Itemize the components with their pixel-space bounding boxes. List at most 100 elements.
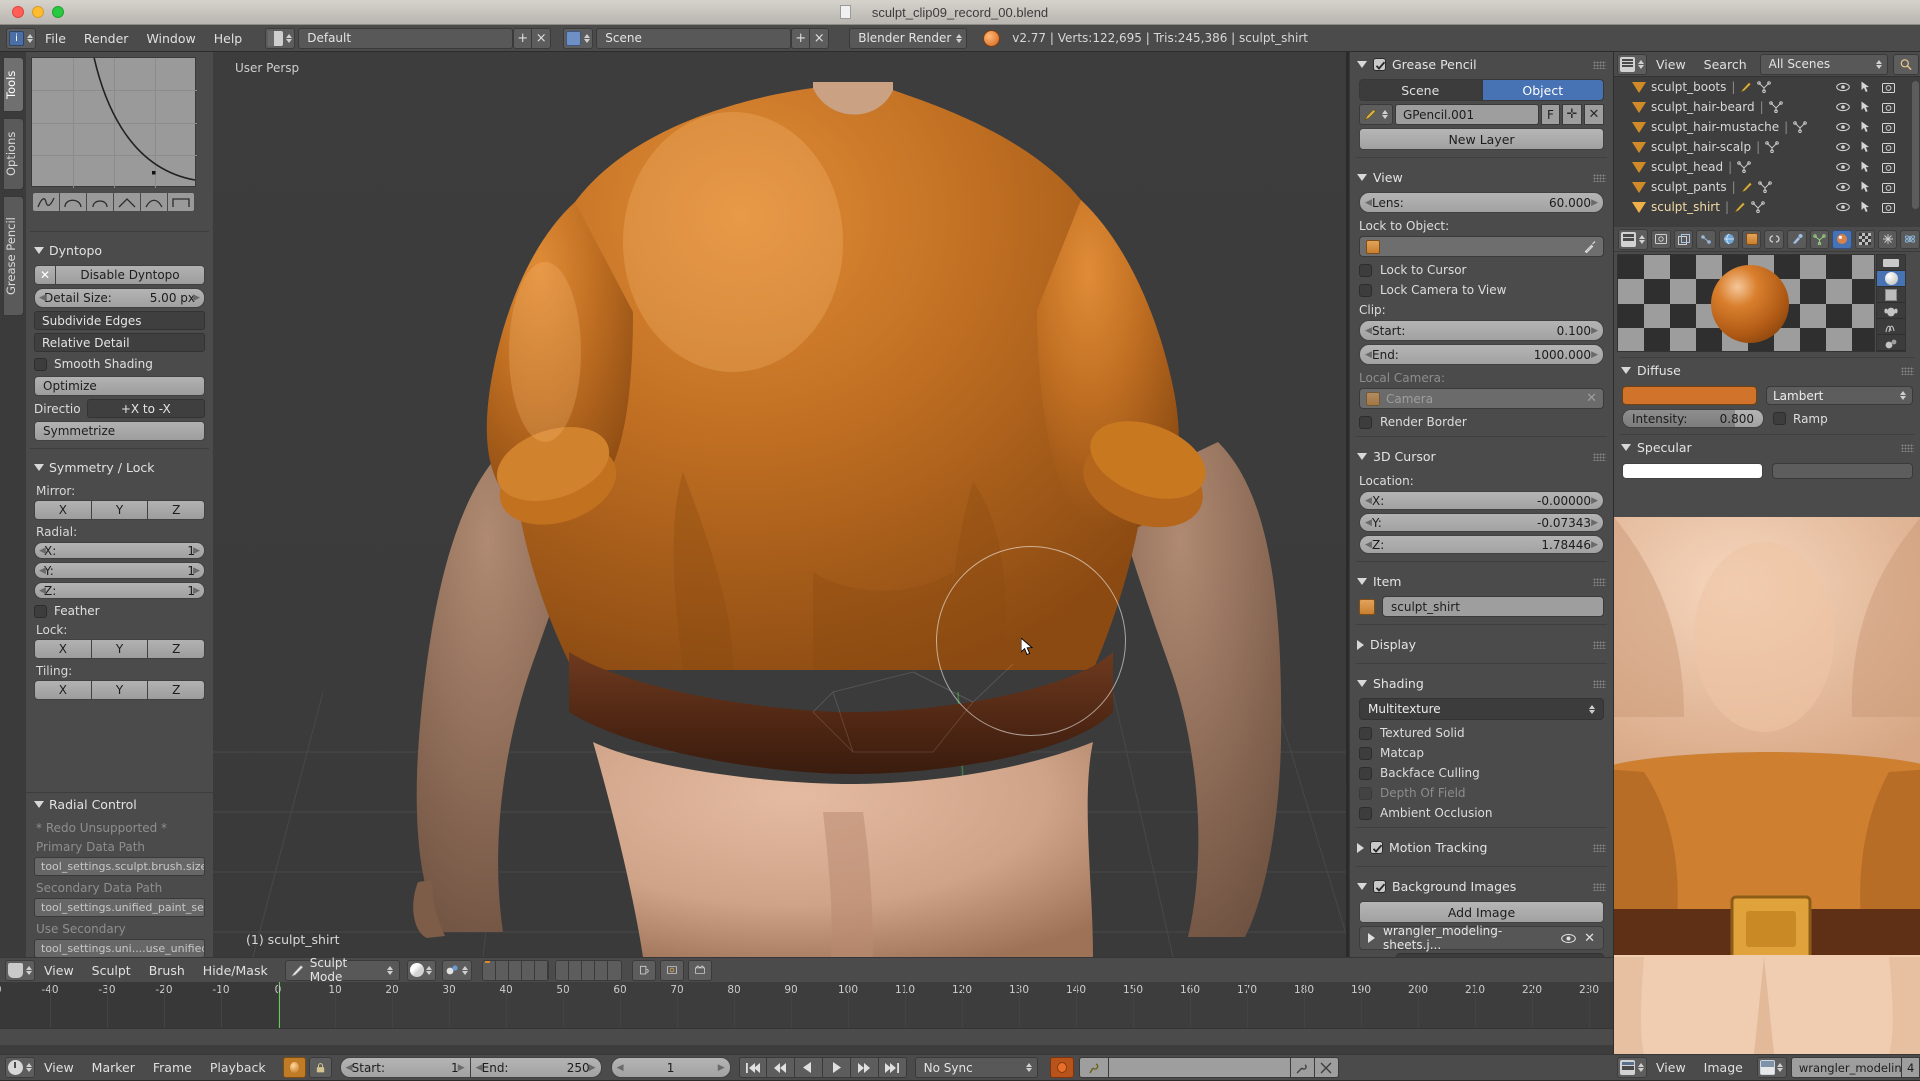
- world-properties-tab[interactable]: [1719, 229, 1739, 249]
- hair-preview-icon[interactable]: [1877, 319, 1905, 335]
- viewport-menu-brush[interactable]: Brush: [140, 958, 194, 983]
- symmetrize-button[interactable]: Symmetrize: [34, 421, 205, 441]
- smooth-shading-checkbox[interactable]: Smooth Shading: [34, 357, 205, 371]
- diffuse-shader-dropdown[interactable]: Lambert: [1766, 386, 1913, 405]
- unlink-grease-pencil-button[interactable]: ✕: [1584, 104, 1604, 125]
- scene-properties-tab[interactable]: [1696, 229, 1717, 249]
- lens-slider[interactable]: ◀ Lens: 60.000 ▶: [1359, 192, 1604, 213]
- mirror-z-button[interactable]: Z: [148, 500, 206, 520]
- editor-type-selector[interactable]: i: [6, 27, 36, 49]
- next-keyframe-button[interactable]: [850, 1057, 879, 1078]
- image-name-field[interactable]: wrangler_modeling-...: [1790, 1057, 1903, 1078]
- keying-set-icon[interactable]: [1078, 1057, 1109, 1078]
- eye-icon[interactable]: [1836, 182, 1850, 192]
- ramp-checkbox[interactable]: Ramp: [1773, 412, 1913, 426]
- playback-controls[interactable]: [738, 1057, 907, 1078]
- arrow-select-icon[interactable]: [1861, 121, 1871, 133]
- material-preview[interactable]: [1617, 254, 1875, 352]
- tab-options[interactable]: Options: [3, 118, 24, 190]
- camera-render-icon[interactable]: [1882, 102, 1895, 113]
- image-editor-menu-image[interactable]: Image: [1695, 1055, 1752, 1081]
- render-border-checkbox[interactable]: Render Border: [1359, 415, 1604, 429]
- arrow-select-icon[interactable]: [1861, 201, 1871, 213]
- image-editor[interactable]: [1613, 517, 1920, 1054]
- tab-grease-pencil[interactable]: Grease Pencil: [3, 196, 24, 316]
- specular-color-swatch[interactable]: [1622, 463, 1763, 479]
- sss-preview-icon[interactable]: [1877, 335, 1905, 351]
- outliner-row-toggles[interactable]: [1836, 161, 1895, 173]
- delete-scene-button[interactable]: ×: [810, 27, 830, 49]
- particles-properties-tab[interactable]: [1877, 229, 1898, 249]
- direction-value[interactable]: +X to -X: [86, 399, 205, 418]
- camera-render-icon[interactable]: [1882, 142, 1895, 153]
- screen-layout-field[interactable]: Default: [298, 27, 514, 49]
- jump-to-start-button[interactable]: [738, 1057, 767, 1078]
- camera-render-icon[interactable]: [1882, 122, 1895, 133]
- play-reverse-button[interactable]: [794, 1057, 823, 1078]
- root-curve-icon[interactable]: [114, 192, 141, 212]
- timeline-ruler[interactable]: [0, 1028, 1613, 1045]
- eye-icon[interactable]: [1836, 162, 1850, 172]
- timeline-editor-type-selector[interactable]: [5, 1057, 35, 1078]
- radial-control-section-header[interactable]: Radial Control: [26, 793, 213, 816]
- 3d-viewport[interactable]: User Persp (1) sculpt_shirt: [213, 52, 1346, 957]
- tab-object[interactable]: Object: [1481, 79, 1604, 101]
- relative-detail-button[interactable]: Relative Detail: [34, 333, 205, 352]
- render-layers-properties-tab[interactable]: [1673, 229, 1694, 249]
- sphere-curve-icon[interactable]: [87, 192, 114, 212]
- object-properties-tab[interactable]: [1741, 229, 1762, 249]
- clear-camera-icon[interactable]: ✕: [1586, 391, 1597, 406]
- specular-shader-dropdown[interactable]: [1772, 463, 1913, 479]
- primary-data-path-input[interactable]: tool_settings.sculpt.brush.size: [34, 857, 205, 876]
- clip-start-slider[interactable]: ◀ Start: 0.100 ▶: [1359, 320, 1604, 341]
- remove-background-image-icon[interactable]: ✕: [1584, 931, 1595, 946]
- camera-render-icon[interactable]: [1882, 202, 1895, 213]
- smooth-curve-icon[interactable]: [32, 192, 60, 212]
- subdivide-edges-button[interactable]: Subdivide Edges: [34, 311, 205, 330]
- timeline-menu-playback[interactable]: Playback: [201, 1055, 275, 1081]
- display-section-header[interactable]: Display: [1350, 632, 1613, 656]
- cube-preview-icon[interactable]: [1877, 287, 1905, 303]
- render-properties-tab[interactable]: [1651, 229, 1671, 249]
- image-datablock-selector[interactable]: [1756, 1057, 1787, 1078]
- tab-scene[interactable]: Scene: [1359, 79, 1482, 101]
- view-section-header[interactable]: View: [1350, 165, 1613, 189]
- arrow-select-icon[interactable]: [1861, 161, 1871, 173]
- menu-help[interactable]: Help: [205, 25, 252, 52]
- add-scene-button[interactable]: +: [791, 27, 811, 49]
- outliner-tree[interactable]: sculpt_boots | sculpt_hair-beard | sculp…: [1614, 77, 1920, 227]
- use-secondary-input[interactable]: tool_settings.uni....use_unified_size: [34, 939, 205, 957]
- eye-icon[interactable]: [1561, 933, 1576, 944]
- viewport-menu-view[interactable]: View: [35, 958, 83, 983]
- insert-keyframe-icon[interactable]: [1290, 1057, 1315, 1078]
- outliner-item-sculpt-hair-scalp[interactable]: sculpt_hair-scalp |: [1614, 137, 1920, 157]
- outliner-menu-search[interactable]: Search: [1695, 52, 1756, 77]
- item-name-row[interactable]: sculpt_shirt: [1359, 596, 1604, 617]
- delete-screen-layout-button[interactable]: ×: [532, 27, 552, 49]
- camera-render-icon[interactable]: [1882, 82, 1895, 93]
- diffuse-section-header[interactable]: Diffuse: [1614, 358, 1920, 382]
- item-name-field[interactable]: sculpt_shirt: [1382, 596, 1604, 617]
- properties-editor-type-selector[interactable]: [1618, 228, 1648, 250]
- shading-section-header[interactable]: Shading: [1350, 671, 1613, 695]
- camera-render-icon[interactable]: [1882, 162, 1895, 173]
- cursor-y-field[interactable]: ◀ Y: -0.07343 ▶: [1359, 513, 1604, 532]
- image-users-count[interactable]: 4: [1902, 1057, 1920, 1078]
- auto-keyframe-icon[interactable]: [282, 1057, 306, 1078]
- preview-type-column[interactable]: [1876, 254, 1906, 352]
- play-button[interactable]: [822, 1057, 851, 1078]
- matcap-checkbox[interactable]: Matcap: [1359, 746, 1604, 760]
- lock-x-button[interactable]: X: [34, 639, 92, 659]
- feather-checkbox[interactable]: Feather: [34, 604, 205, 618]
- tiling-x-button[interactable]: X: [34, 680, 92, 700]
- outliner-row-toggles[interactable]: [1836, 201, 1895, 213]
- round-curve-icon[interactable]: [60, 192, 87, 212]
- delete-keyframe-icon[interactable]: [1314, 1057, 1339, 1078]
- timeline-menu-view[interactable]: View: [35, 1055, 83, 1081]
- render-animation-icon[interactable]: [687, 959, 712, 981]
- local-camera-field[interactable]: Camera ✕: [1359, 388, 1604, 409]
- backface-culling-checkbox[interactable]: Backface Culling: [1359, 766, 1604, 780]
- start-frame-field[interactable]: ◀ Start: 1 ▶: [339, 1057, 471, 1078]
- pencil-icon[interactable]: [1359, 104, 1393, 125]
- eye-icon[interactable]: [1836, 102, 1850, 112]
